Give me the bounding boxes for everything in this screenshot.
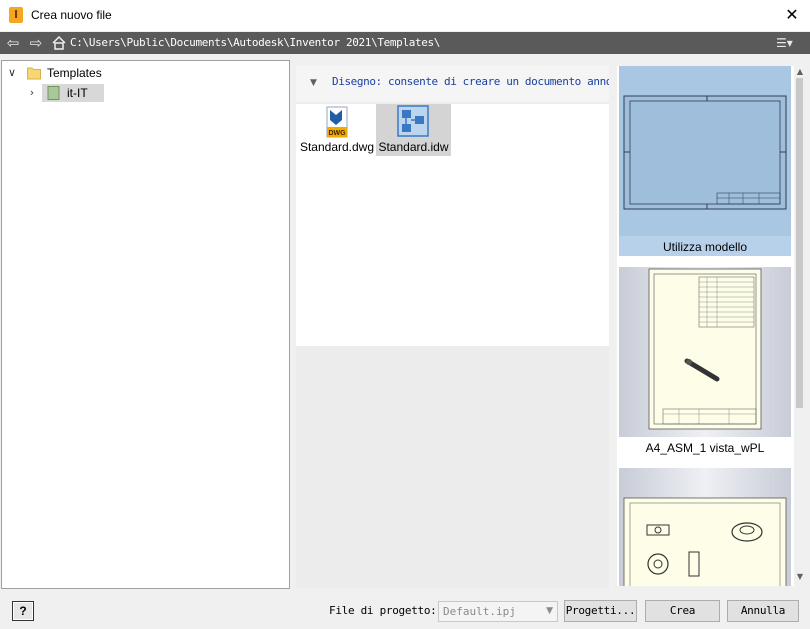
back-arrow-icon[interactable]: ⇦ [4,35,22,51]
preview-scrollbar[interactable]: ▲ ▼ [794,66,805,586]
collapse-triangle-icon[interactable]: ▼ [310,78,317,88]
drawing-template-preview [619,66,791,236]
folder-icon [47,86,60,100]
scroll-down-icon[interactable]: ▼ [795,572,805,581]
tree-item-templates[interactable]: ∨ Templates [2,64,287,82]
chevron-right-icon[interactable]: › [26,84,38,102]
tree-item-label: it-IT [67,86,88,100]
dwg-badge: DWG [328,130,346,137]
file-name: Standard.idw [378,140,449,154]
tree-item-it-it[interactable]: › it-IT [30,84,104,102]
scroll-up-icon[interactable]: ▲ [795,67,805,76]
title-bar: I Crea nuovo file ✕ [0,0,810,31]
preview-label: Utilizza modello [662,240,748,254]
window-title: Crea nuovo file [31,8,112,22]
file-grid: DWG Standard.dwg Standard.idw [296,104,609,346]
path-breadcrumb[interactable]: C:\Users\Public\Documents\Autodesk\Inven… [70,35,440,51]
project-file-value: Default.ipj [443,605,516,618]
forward-arrow-icon[interactable]: ⇨ [27,35,45,51]
project-file-select[interactable]: Default.ipj ▼ [438,601,558,622]
preview-item-third[interactable] [619,468,791,586]
create-button[interactable]: Crea [645,600,720,622]
cancel-button[interactable]: Annulla [727,600,799,622]
project-file-label: File di progetto: [329,604,437,617]
chevron-down-icon[interactable]: ∨ [6,64,18,82]
folder-tree: ∨ Templates › it-IT [1,60,290,589]
home-icon[interactable] [51,35,67,51]
assembly-drawing-preview [619,267,791,437]
idw-file-icon [397,105,429,137]
help-button[interactable]: ? [12,601,34,621]
projects-button[interactable]: Progetti... [564,600,637,622]
scroll-thumb[interactable] [796,78,803,408]
group-header[interactable]: ▼ Disegno: consente di creare un documen… [296,66,609,102]
chevron-down-icon: ▼ [546,606,553,616]
folder-icon [27,67,41,80]
inventor-app-icon: I [9,7,23,23]
view-options-icon[interactable]: ☰▾ [776,35,804,51]
file-name: Standard.dwg [299,140,375,154]
dwg-file-icon: DWG [326,106,348,138]
group-description: Disegno: consente di creare un documento… [332,75,609,88]
path-bar: ⇦ ⇨ C:\Users\Public\Documents\Autodesk\I… [0,32,810,54]
preview-item-utilizza-modello[interactable]: Utilizza modello [619,66,791,256]
tree-item-label: Templates [47,66,102,80]
preview-label: A4_ASM_1 vista_wPL [645,441,765,455]
file-item-standard-dwg[interactable]: DWG Standard.dwg [299,104,375,156]
preview-item-a4-asm[interactable]: A4_ASM_1 vista_wPL [619,267,791,457]
close-button[interactable]: ✕ [774,0,810,31]
part-drawing-preview [619,468,791,586]
file-item-standard-idw[interactable]: Standard.idw [376,104,451,156]
preview-column: Utilizza modello A4_ASM_1 vista_wPL [617,66,794,586]
template-content: ▼ Disegno: consente di creare un documen… [296,66,609,588]
